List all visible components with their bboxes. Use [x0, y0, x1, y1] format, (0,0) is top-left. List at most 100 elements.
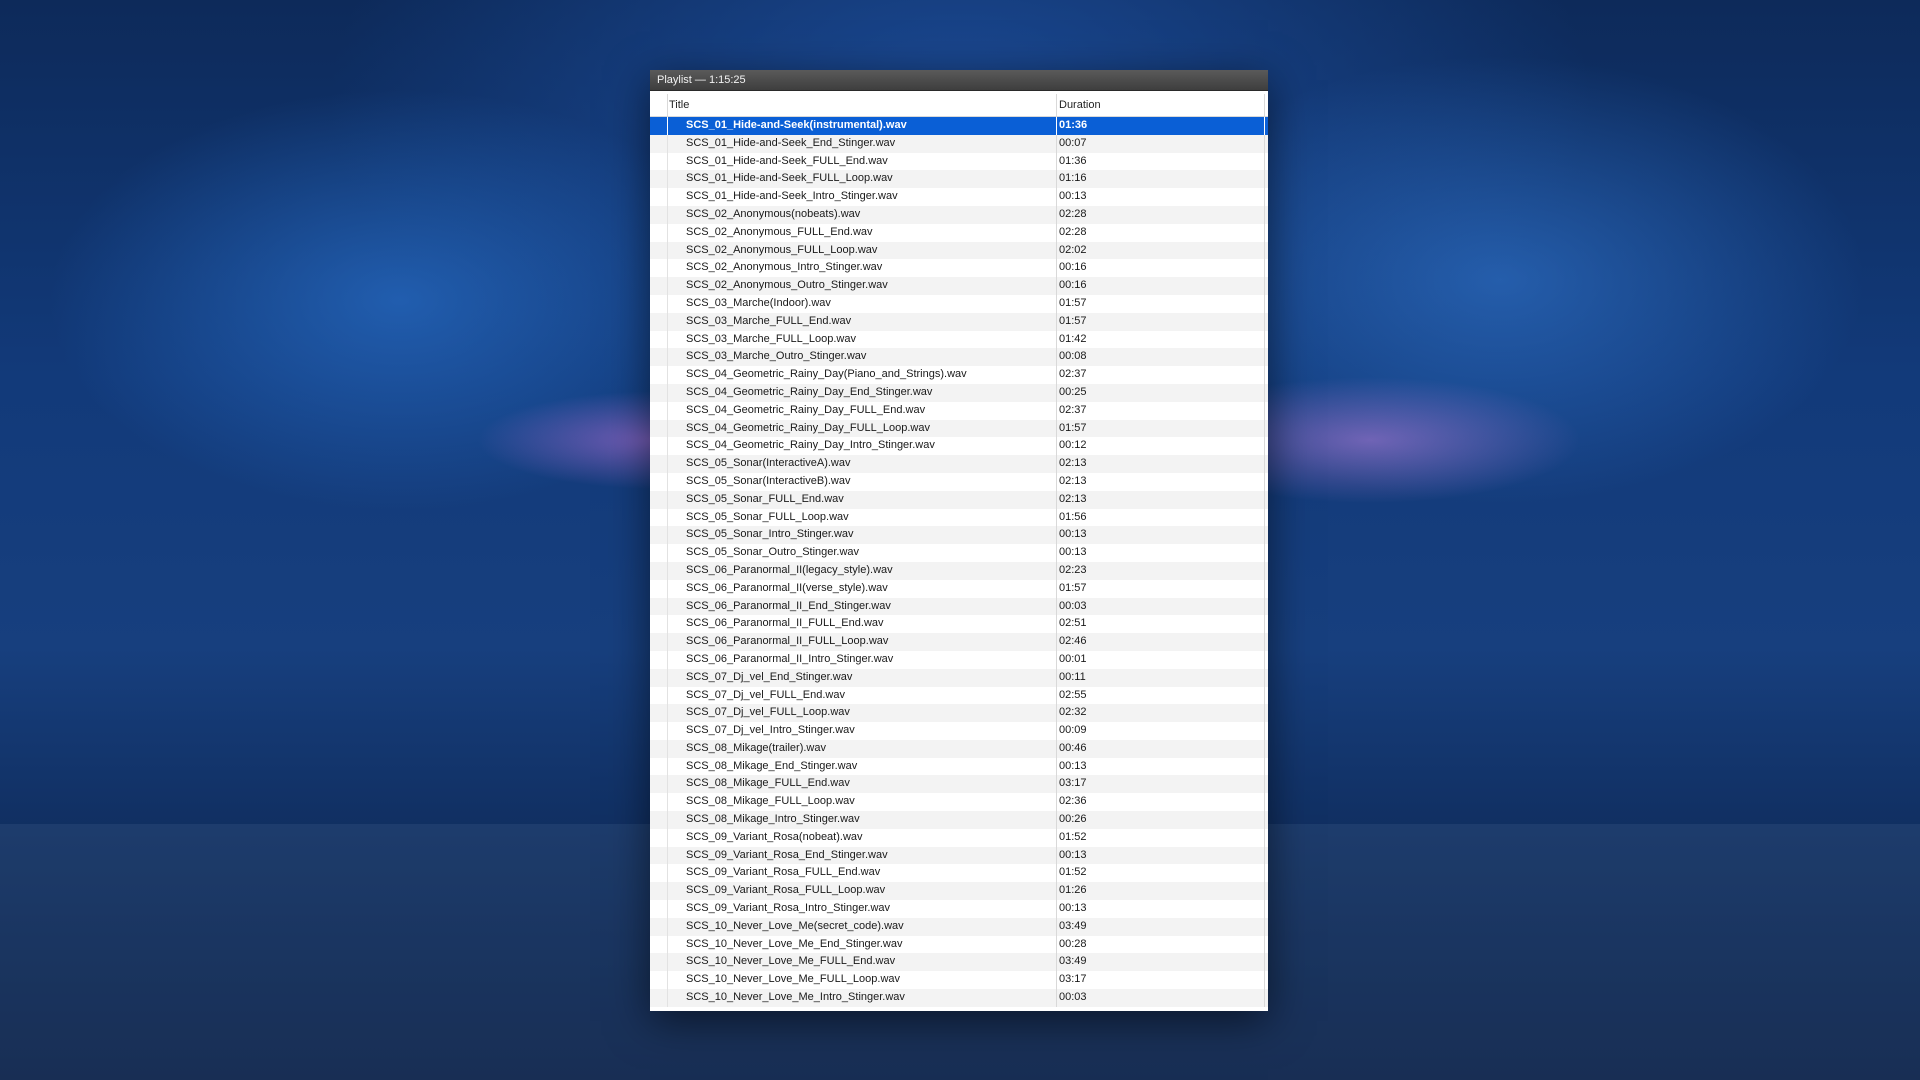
table-row[interactable]: SCS_01_Hide-and-Seek_End_Stinger.wav 00:0… — [650, 134, 1268, 153]
row-right-divider — [1264, 846, 1265, 865]
header-column-divider[interactable] — [1056, 94, 1057, 116]
track-title: SCS_02_Anonymous_FULL_Loop.wav — [686, 243, 878, 256]
table-row[interactable]: SCS_02_Anonymous_FULL_End.wav 02:28 — [650, 223, 1268, 242]
row-left-divider — [667, 277, 668, 295]
table-row[interactable]: SCS_03_Marche_Outro_Stinger.wav 00:08 — [650, 348, 1268, 367]
table-row[interactable]: SCS_08_Mikage_FULL_Loop.wav 02:36 — [650, 793, 1268, 812]
table-row[interactable]: SCS_10_Never_Love_Me_FULL_Loop.wav 03:17 — [650, 971, 1268, 990]
track-duration: 00:16 — [1059, 279, 1087, 292]
row-right-divider — [1264, 704, 1265, 723]
row-right-divider — [1264, 508, 1265, 527]
row-left-divider — [667, 935, 668, 954]
table-row[interactable]: SCS_10_Never_Love_Me_FULL_End.wav 03:49 — [650, 953, 1268, 972]
table-row[interactable]: SCS_06_Paranormal_II_FULL_Loop.wav 02:46 — [650, 633, 1268, 651]
table-row[interactable]: SCS_08_Mikage(trailer).wav 00:46 — [650, 739, 1268, 758]
table-row[interactable]: SCS_09_Variant_Rosa_FULL_Loop.wav 01:26 — [650, 882, 1268, 901]
row-column-divider — [1056, 330, 1057, 349]
table-row[interactable]: SCS_01_Hide-and-Seek_Intro_Stinger.wav 00… — [650, 188, 1268, 206]
table-row[interactable]: SCS_09_Variant_Rosa_Intro_Stinger.wav 00:… — [650, 900, 1268, 918]
row-column-divider — [1056, 508, 1057, 527]
row-column-divider — [1056, 383, 1057, 402]
track-title: SCS_09_Variant_Rosa(nobeat).wav — [686, 830, 863, 843]
table-row[interactable]: SCS_01_Hide-and-Seek(instrumental).wav 01… — [650, 117, 1268, 135]
track-duration: 00:08 — [1059, 350, 1087, 363]
table-row[interactable]: SCS_06_Paranormal_II(verse_style).wav 01:… — [650, 579, 1268, 598]
row-column-divider — [1056, 953, 1057, 972]
table-row[interactable]: SCS_02_Anonymous_Intro_Stinger.wav 00:16 — [650, 259, 1268, 278]
row-left-divider — [667, 668, 668, 687]
table-row[interactable]: SCS_04_Geometric_Rainy_Day_Intro_Stinger… — [650, 437, 1268, 456]
table-row[interactable]: SCS_02_Anonymous_Outro_Stinger.wav 00:16 — [650, 277, 1268, 295]
row-left-divider — [667, 971, 668, 990]
table-row[interactable]: SCS_04_Geometric_Rainy_Day_FULL_End.wav 0… — [650, 401, 1268, 420]
table-row[interactable]: SCS_05_Sonar(InteractiveB).wav 02:13 — [650, 472, 1268, 491]
track-title: SCS_09_Variant_Rosa_End_Stinger.wav — [686, 848, 888, 861]
table-row[interactable]: SCS_09_Variant_Rosa_FULL_End.wav 01:52 — [650, 864, 1268, 883]
track-duration: 01:57 — [1059, 581, 1087, 594]
table-row[interactable]: SCS_01_Hide-and-Seek_FULL_Loop.wav 01:16 — [650, 170, 1268, 189]
window-title[interactable]: Playlist — 1:15:25 — [650, 70, 1268, 91]
table-row[interactable]: SCS_05_Sonar_FULL_End.wav 02:13 — [650, 490, 1268, 509]
row-left-divider — [667, 650, 668, 669]
column-header-duration[interactable]: Duration — [1059, 94, 1101, 116]
row-left-divider — [667, 989, 668, 1007]
table-row[interactable]: SCS_05_Sonar_FULL_Loop.wav 01:56 — [650, 508, 1268, 527]
column-header-title[interactable]: Title — [669, 94, 689, 116]
table-row[interactable]: SCS_02_Anonymous_FULL_Loop.wav 02:02 — [650, 241, 1268, 260]
row-column-divider — [1056, 864, 1057, 883]
table-row[interactable]: SCS_07_Dj_vel_Intro_Stinger.wav 00:09 — [650, 722, 1268, 740]
track-title: SCS_01_Hide-and-Seek(instrumental).wav — [686, 119, 907, 131]
row-right-divider — [1264, 989, 1265, 1007]
row-column-divider — [1056, 704, 1057, 723]
table-row[interactable]: SCS_10_Never_Love_Me_End_Stinger.wav 00:2… — [650, 935, 1268, 954]
track-title: SCS_05_Sonar_Outro_Stinger.wav — [686, 546, 860, 559]
row-right-divider — [1264, 366, 1265, 384]
table-row[interactable]: SCS_08_Mikage_End_Stinger.wav 00:13 — [650, 757, 1268, 776]
table-row[interactable]: SCS_06_Paranormal_II_Intro_Stinger.wav 00… — [650, 650, 1268, 669]
track-title: SCS_04_Geometric_Rainy_Day_FULL_End.wav — [686, 403, 926, 416]
table-row[interactable]: SCS_09_Variant_Rosa_End_Stinger.wav 00:13 — [650, 846, 1268, 865]
table-row[interactable]: SCS_05_Sonar_Outro_Stinger.wav 00:13 — [650, 544, 1268, 562]
table-row[interactable]: SCS_05_Sonar_Intro_Stinger.wav 00:13 — [650, 526, 1268, 545]
table-row[interactable]: SCS_07_Dj_vel_FULL_Loop.wav 02:32 — [650, 704, 1268, 723]
track-duration: 01:26 — [1059, 884, 1087, 897]
table-row[interactable]: SCS_08_Mikage_FULL_End.wav 03:17 — [650, 775, 1268, 794]
table-row[interactable]: SCS_03_Marche_FULL_Loop.wav 01:42 — [650, 330, 1268, 349]
track-duration: 03:17 — [1059, 777, 1087, 790]
table-row[interactable]: SCS_06_Paranormal_II_End_Stinger.wav 00:0… — [650, 597, 1268, 616]
table-row[interactable]: SCS_07_Dj_vel_FULL_End.wav 02:55 — [650, 686, 1268, 705]
row-column-divider — [1056, 900, 1057, 918]
track-duration: 00:13 — [1059, 759, 1087, 772]
table-row[interactable]: SCS_08_Mikage_Intro_Stinger.wav 00:26 — [650, 811, 1268, 829]
table-row[interactable]: SCS_10_Never_Love_Me_Intro_Stinger.wav 00… — [650, 989, 1268, 1007]
table-row[interactable]: SCS_07_Dj_vel_End_Stinger.wav 00:11 — [650, 668, 1268, 687]
playlist-window[interactable]: Playlist — 1:15:25 Title Duration SCS_01… — [650, 70, 1268, 1011]
table-row[interactable]: SCS_10_Never_Love_Me(secret_code).wav 03:… — [650, 917, 1268, 936]
row-column-divider — [1056, 971, 1057, 990]
row-right-divider — [1264, 882, 1265, 901]
table-row[interactable]: SCS_09_Variant_Rosa(nobeat).wav 01:52 — [650, 828, 1268, 847]
table-row[interactable]: SCS_03_Marche_FULL_End.wav 01:57 — [650, 312, 1268, 331]
table-row[interactable]: SCS_06_Paranormal_II_FULL_End.wav 02:51 — [650, 615, 1268, 634]
table-row[interactable]: SCS_01_Hide-and-Seek_FULL_End.wav 01:36 — [650, 152, 1268, 171]
table-row[interactable]: SCS_03_Marche(Indoor).wav 01:57 — [650, 294, 1268, 313]
row-column-divider — [1056, 633, 1057, 651]
row-column-divider — [1056, 366, 1057, 384]
table-row[interactable]: SCS_04_Geometric_Rainy_Day(Piano_and_Str… — [650, 366, 1268, 384]
row-right-divider — [1264, 739, 1265, 758]
track-title: SCS_01_Hide-and-Seek_End_Stinger.wav — [686, 136, 896, 149]
track-list[interactable]: SCS_01_Hide-and-Seek(instrumental).wav 01… — [650, 117, 1268, 1007]
row-column-divider — [1056, 241, 1057, 260]
row-right-divider — [1264, 722, 1265, 740]
track-title: SCS_03_Marche_FULL_End.wav — [686, 314, 852, 327]
row-left-divider — [667, 864, 668, 883]
row-left-divider — [667, 526, 668, 545]
table-row[interactable]: SCS_02_Anonymous(nobeats).wav 02:28 — [650, 205, 1268, 224]
track-title: SCS_03_Marche_FULL_Loop.wav — [686, 332, 856, 345]
table-row[interactable]: SCS_06_Paranormal_II(legacy_style).wav 02… — [650, 561, 1268, 580]
table-row[interactable]: SCS_05_Sonar(InteractiveA).wav 02:13 — [650, 455, 1268, 473]
row-right-divider — [1264, 597, 1265, 616]
table-row[interactable]: SCS_04_Geometric_Rainy_Day_FULL_Loop.wav… — [650, 419, 1268, 438]
track-duration: 01:36 — [1059, 154, 1087, 167]
table-row[interactable]: SCS_04_Geometric_Rainy_Day_End_Stinger.w… — [650, 383, 1268, 402]
